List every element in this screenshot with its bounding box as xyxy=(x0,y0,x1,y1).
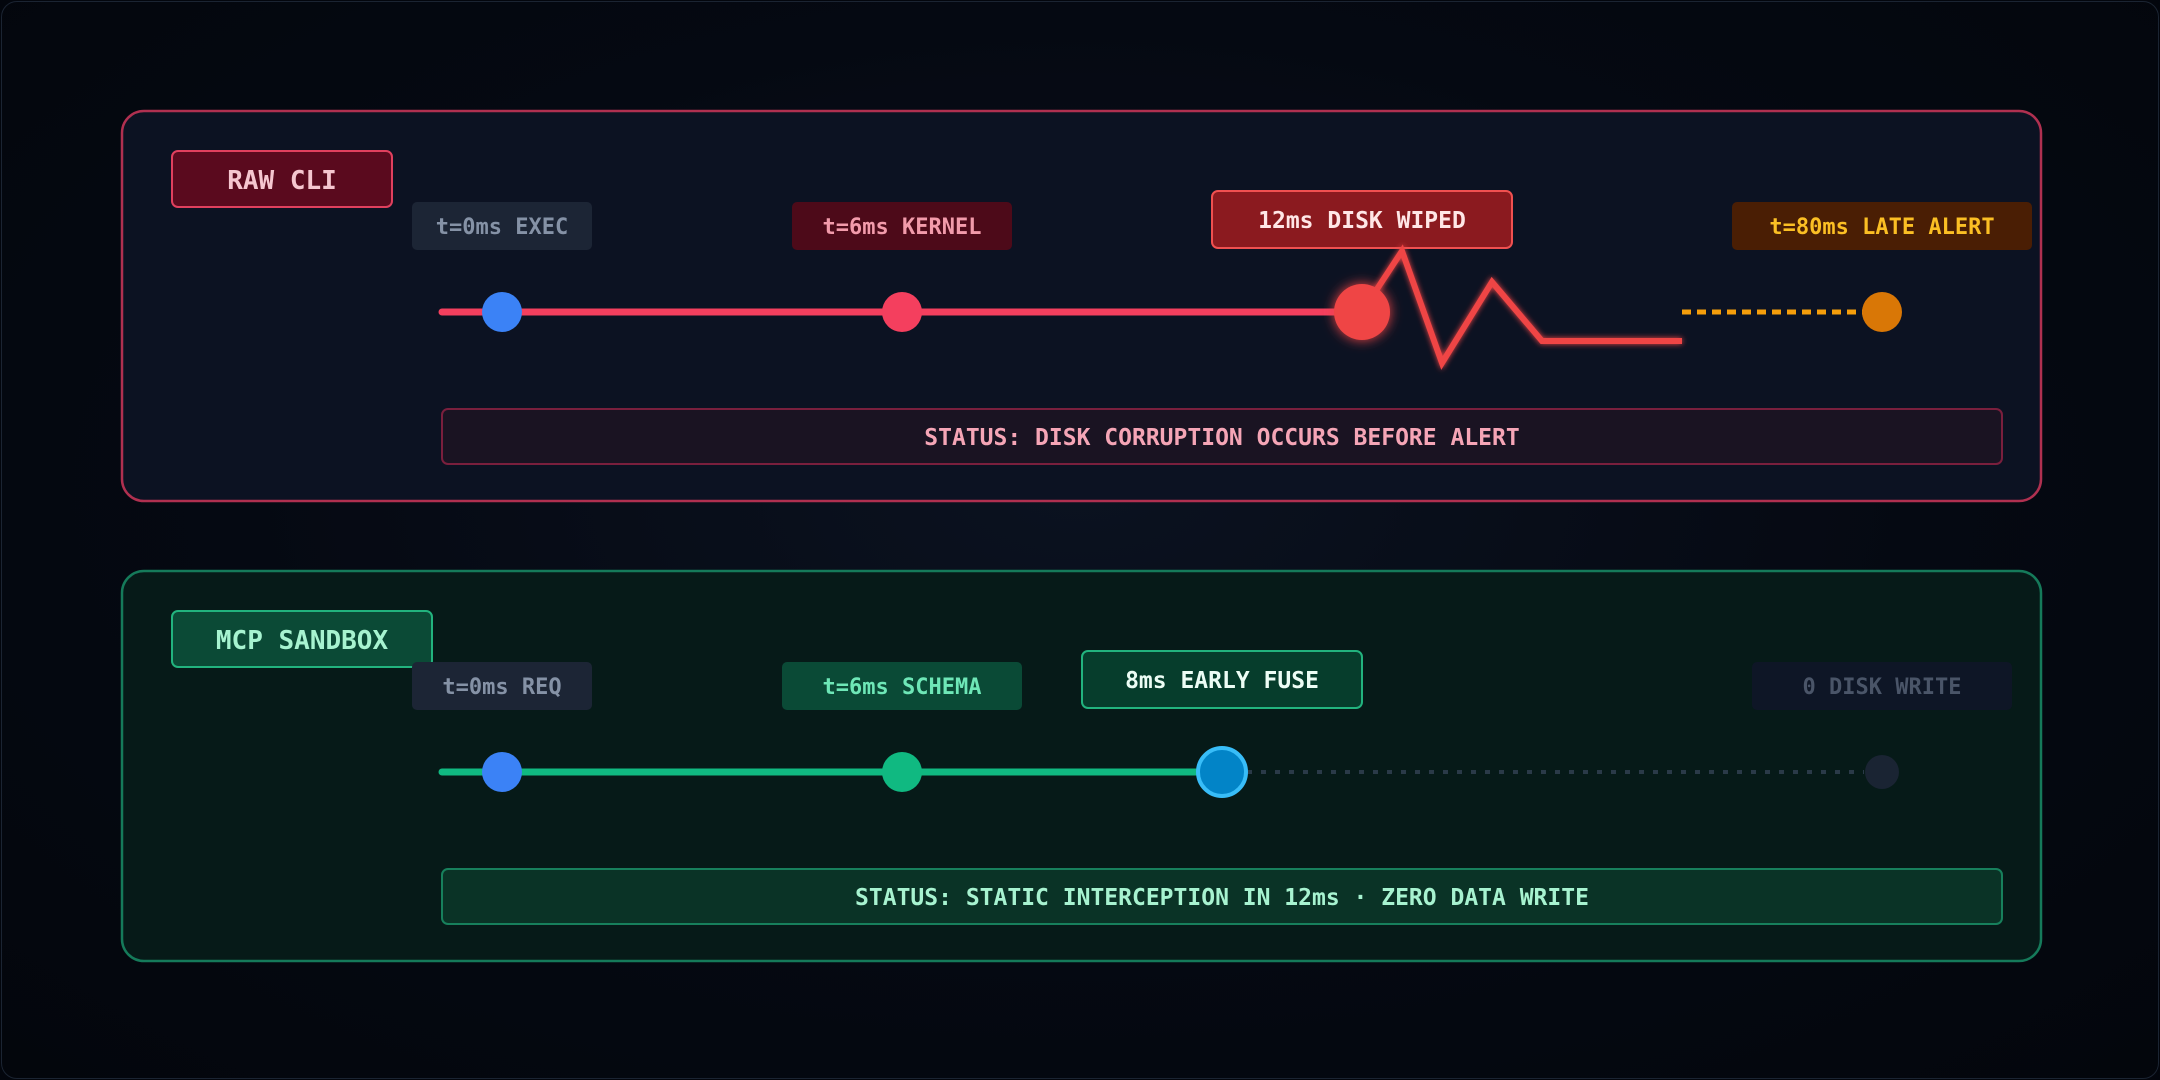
canvas-frame: RAW CLI t=0ms EXEC t=6ms KERNEL 12ms DIS… xyxy=(1,1,2159,1079)
no-write-node xyxy=(1865,755,1899,789)
kernel-label: t=6ms KERNEL xyxy=(823,215,982,240)
schema-label: t=6ms SCHEMA xyxy=(823,675,982,700)
mcp-title: MCP SANDBOX xyxy=(216,626,389,656)
early-fuse-node xyxy=(1196,746,1248,798)
kernel-node xyxy=(882,292,922,332)
raw-cli-title: RAW CLI xyxy=(227,166,337,196)
mcp-sandbox-panel: MCP SANDBOX t=0ms REQ t=6ms SCHEMA 8ms E… xyxy=(120,569,2043,963)
early-fuse-label: 8ms EARLY FUSE xyxy=(1125,668,1319,694)
no-disk-write-label: 0 DISK WRITE xyxy=(1803,675,1962,700)
diagram: RAW CLI t=0ms EXEC t=6ms KERNEL 12ms DIS… xyxy=(120,109,2043,963)
mcp-status-text: STATUS: STATIC INTERCEPTION IN 12ms · ZE… xyxy=(855,885,1589,911)
raw-cli-panel: RAW CLI t=0ms EXEC t=6ms KERNEL 12ms DIS… xyxy=(120,109,2043,503)
disk-wiped-node xyxy=(1334,284,1390,340)
exec-label: t=0ms EXEC xyxy=(436,215,568,240)
req-node xyxy=(482,752,522,792)
schema-node xyxy=(882,752,922,792)
raw-status-text: STATUS: DISK CORRUPTION OCCURS BEFORE AL… xyxy=(924,425,1519,451)
late-alert-label: t=80ms LATE ALERT xyxy=(1769,215,1994,240)
late-alert-node xyxy=(1862,292,1902,332)
disk-wiped-label: 12ms DISK WIPED xyxy=(1258,208,1466,234)
req-label: t=0ms REQ xyxy=(442,675,561,700)
exec-node xyxy=(482,292,522,332)
